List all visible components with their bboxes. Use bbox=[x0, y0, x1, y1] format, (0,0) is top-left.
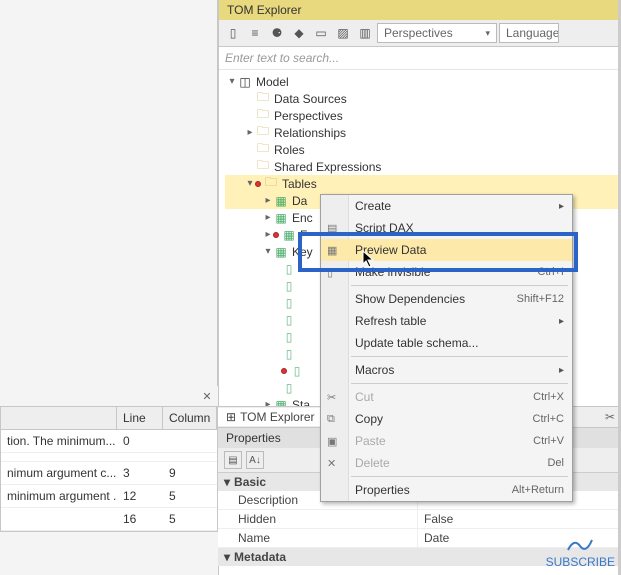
table-row[interactable] bbox=[1, 453, 217, 462]
ctx-copy[interactable]: ⧉CopyCtrl+C bbox=[321, 408, 572, 430]
ctx-paste: ▣PasteCtrl+V bbox=[321, 430, 572, 452]
perspectives-dropdown[interactable]: Perspectives▾ bbox=[377, 23, 497, 43]
col-header-column[interactable]: Column bbox=[163, 407, 217, 429]
table-row[interactable]: 165 bbox=[1, 508, 217, 531]
error-dot-icon bbox=[281, 368, 287, 374]
panel-title: TOM Explorer bbox=[219, 0, 621, 20]
ctx-preview-data[interactable]: ▦Preview Data bbox=[321, 239, 572, 261]
col-header-desc[interactable] bbox=[1, 407, 117, 429]
props-sort-icon[interactable]: A↓ bbox=[246, 451, 264, 469]
paste-icon: ▣ bbox=[327, 435, 343, 448]
ctx-make-invisible[interactable]: ▯Make invisibleCtrl+I bbox=[321, 261, 572, 283]
toolbar-icon-2[interactable]: ≡ bbox=[245, 23, 265, 43]
toolbar-icon-1[interactable]: ▯ bbox=[223, 23, 243, 43]
ctx-create[interactable]: Create▸ bbox=[321, 195, 572, 217]
toolbar-columns-icon[interactable]: ▥ bbox=[355, 23, 375, 43]
props-categorized-icon[interactable]: ▤ bbox=[224, 451, 242, 469]
tree-roles[interactable]: 🗀Roles bbox=[225, 141, 621, 158]
ctx-cut: ✂CutCtrl+X bbox=[321, 386, 572, 408]
error-list-grid: Line Column tion. The minimum...0 nimum … bbox=[0, 406, 218, 532]
grid-icon: ▦ bbox=[327, 244, 343, 257]
table-row[interactable]: tion. The minimum...0 bbox=[1, 430, 217, 453]
copy-icon: ⧉ bbox=[327, 413, 343, 426]
toolbar: ▯ ≡ ⚈ ◆ ▭ ▨ ▥ Perspectives▾ Languages bbox=[219, 20, 621, 47]
toolbar-folder-icon[interactable]: ▭ bbox=[311, 23, 331, 43]
tree-perspectives[interactable]: 🗀Perspectives bbox=[225, 107, 621, 124]
ctx-delete: ✕DeleteDel bbox=[321, 452, 572, 474]
tree-tables[interactable]: ▾🗀Tables bbox=[225, 175, 621, 192]
tree-relationships[interactable]: ▸🗀Relationships bbox=[225, 124, 621, 141]
tree-icon: ⊞ bbox=[226, 410, 236, 424]
invisible-icon: ▯ bbox=[327, 266, 343, 279]
ctx-script-dax[interactable]: ▤Script DAX bbox=[321, 217, 572, 239]
search-input[interactable]: Enter text to search... bbox=[219, 47, 621, 70]
error-dot-icon bbox=[273, 232, 279, 238]
ctx-macros[interactable]: Macros▸ bbox=[321, 359, 572, 381]
col-header-line[interactable]: Line bbox=[117, 407, 163, 429]
ctx-properties[interactable]: PropertiesAlt+Return bbox=[321, 479, 572, 501]
tree-data-sources[interactable]: 🗀Data Sources bbox=[225, 90, 621, 107]
tree-shared-expressions[interactable]: 🗀Shared Expressions bbox=[225, 158, 621, 175]
ctx-update-schema[interactable]: Update table schema... bbox=[321, 332, 572, 354]
table-row[interactable]: minimum argument ...125 bbox=[1, 485, 217, 508]
cut-icon: ✂ bbox=[327, 391, 343, 404]
toolbar-cube-icon[interactable]: ◆ bbox=[289, 23, 309, 43]
context-menu: Create▸ ▤Script DAX ▦Preview Data ▯Make … bbox=[320, 194, 573, 502]
toolbar-edit-icon[interactable]: ▨ bbox=[333, 23, 353, 43]
delete-icon: ✕ bbox=[327, 457, 343, 470]
prop-row[interactable]: HiddenFalse bbox=[218, 510, 621, 529]
table-row[interactable]: nimum argument c...39 bbox=[1, 462, 217, 485]
close-icon[interactable]: ✕ bbox=[200, 390, 214, 404]
error-dot-icon bbox=[255, 181, 261, 187]
tree-model[interactable]: ▾◫Model bbox=[225, 73, 621, 90]
ctx-refresh-table[interactable]: Refresh table▸ bbox=[321, 310, 572, 332]
languages-dropdown[interactable]: Languages bbox=[499, 23, 559, 43]
tab-tom-explorer[interactable]: ⊞TOM Explorer bbox=[218, 408, 324, 426]
toolbar-hierarchy-icon[interactable]: ⚈ bbox=[267, 23, 287, 43]
ctx-show-dependencies[interactable]: Show DependenciesShift+F12 bbox=[321, 288, 572, 310]
subscribe-watermark: SUBSCRIBE bbox=[546, 536, 615, 569]
script-icon: ▤ bbox=[327, 222, 343, 235]
